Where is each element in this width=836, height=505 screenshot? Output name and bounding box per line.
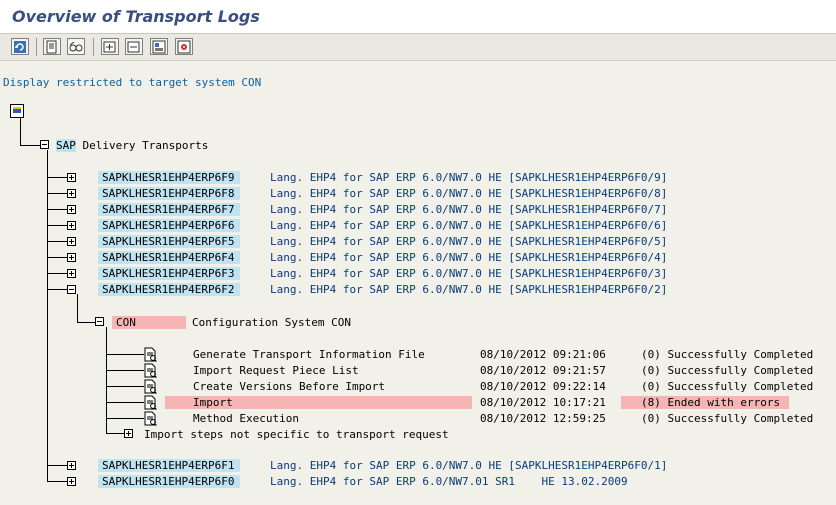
log-document-icon[interactable] xyxy=(143,395,158,410)
collapse-toggle[interactable] xyxy=(95,317,104,326)
transport-description: Lang. EHP4 for SAP ERP 6.0/NW7.0 HE [SAP… xyxy=(270,283,668,296)
expand-icon xyxy=(103,41,116,53)
log-document-icon[interactable] xyxy=(143,379,158,394)
save-list-icon xyxy=(152,40,166,54)
collapse-icon xyxy=(127,41,140,53)
step-status: (0) Successfully Completed xyxy=(641,364,814,377)
restriction-text: Display restricted to target system CON xyxy=(3,76,262,89)
log-document-icon[interactable] xyxy=(143,411,158,426)
refresh-icon xyxy=(14,41,26,53)
transport-description: Lang. EHP4 for SAP ERP 6.0/NW7.0 HE [SAP… xyxy=(270,267,668,280)
collapse-button[interactable] xyxy=(125,38,143,55)
step-timestamp: 08/10/2012 09:22:14 xyxy=(480,380,606,393)
transport-description: Lang. EHP4 for SAP ERP 6.0/NW7.0 HE [SAP… xyxy=(270,459,668,472)
transport-description: Lang. EHP4 for SAP ERP 6.0/NW7.0 HE [SAP… xyxy=(270,235,668,248)
transport-description: Lang. EHP4 for SAP ERP 6.0/NW7.0 HE [SAP… xyxy=(270,203,668,216)
transport-description: Lang. EHP4 for SAP ERP 6.0/NW7.0 HE [SAP… xyxy=(270,171,668,184)
refresh-button[interactable] xyxy=(11,38,29,55)
expand-toggle[interactable] xyxy=(67,173,76,182)
expand-toggle[interactable] xyxy=(67,477,76,486)
transport-id[interactable]: SAPKLHESR1EHP4ERP6F6 xyxy=(98,219,240,232)
root-node-label[interactable]: SAP Delivery Transports xyxy=(56,139,208,152)
expand-button[interactable] xyxy=(101,38,119,55)
expand-toggle[interactable] xyxy=(124,429,133,438)
system-node-id[interactable]: CON xyxy=(112,316,186,329)
expand-toggle[interactable] xyxy=(67,205,76,214)
step-status: (8) Ended with errors xyxy=(641,396,781,409)
transport-description: Lang. EHP4 for SAP ERP 6.0/NW7.0 HE [SAP… xyxy=(270,187,668,200)
transport-id[interactable]: SAPKLHESR1EHP4ERP6F8 xyxy=(98,187,240,200)
transport-description: Lang. EHP4 for SAP ERP 6.0/NW7.01 SR1 HE… xyxy=(270,475,628,488)
step-name[interactable]: Create Versions Before Import xyxy=(193,380,385,393)
step-status: (0) Successfully Completed xyxy=(641,380,814,393)
step-timestamp: 08/10/2012 09:21:57 xyxy=(480,364,606,377)
expand-toggle[interactable] xyxy=(67,253,76,262)
step-timestamp: 08/10/2012 10:17:21 xyxy=(480,396,606,409)
transport-id[interactable]: SAPKLHESR1EHP4ERP6F7 xyxy=(98,203,240,216)
display-button[interactable] xyxy=(43,38,61,55)
step-timestamp: 08/10/2012 12:59:25 xyxy=(480,412,606,425)
transport-description: Lang. EHP4 for SAP ERP 6.0/NW7.0 HE [SAP… xyxy=(270,219,668,232)
transport-id[interactable]: SAPKLHESR1EHP4ERP6F3 xyxy=(98,267,240,280)
expand-toggle[interactable] xyxy=(67,189,76,198)
transport-id[interactable]: SAPKLHESR1EHP4ERP6F5 xyxy=(98,235,240,248)
step-name[interactable]: Import Request Piece List xyxy=(193,364,359,377)
step-status: (0) Successfully Completed xyxy=(641,412,814,425)
display-icon xyxy=(46,40,57,54)
glasses-icon xyxy=(69,41,83,52)
collapse-toggle[interactable] xyxy=(40,140,49,149)
settings-icon xyxy=(177,40,191,54)
glasses-button[interactable] xyxy=(67,38,85,55)
save-list-button[interactable] xyxy=(150,38,168,55)
log-document-icon[interactable] xyxy=(143,363,158,378)
expand-toggle[interactable] xyxy=(67,237,76,246)
expand-toggle[interactable] xyxy=(67,269,76,278)
step-status: (0) Successfully Completed xyxy=(641,348,814,361)
transport-id[interactable]: SAPKLHESR1EHP4ERP6F2 xyxy=(98,283,240,296)
toolbar-separator xyxy=(93,38,94,56)
transport-description: Lang. EHP4 for SAP ERP 6.0/NW7.0 HE [SAP… xyxy=(270,251,668,264)
step-timestamp: 08/10/2012 09:21:06 xyxy=(480,348,606,361)
step-name[interactable]: Generate Transport Information File xyxy=(193,348,425,361)
collapse-toggle[interactable] xyxy=(67,285,76,294)
step-name[interactable]: Import xyxy=(193,396,233,409)
log-document-icon[interactable] xyxy=(143,347,158,362)
system-node-desc: Configuration System CON xyxy=(192,316,351,329)
nonspecific-steps-label[interactable]: Import steps not specific to transport r… xyxy=(144,428,449,441)
application-toolbar xyxy=(0,34,836,61)
transport-id[interactable]: SAPKLHESR1EHP4ERP6F9 xyxy=(98,171,240,184)
step-name[interactable]: Method Execution xyxy=(193,412,299,425)
toolbar-separator xyxy=(36,38,37,56)
title-bar: Overview of Transport Logs xyxy=(0,0,836,34)
page-title: Overview of Transport Logs xyxy=(12,7,260,26)
expand-toggle[interactable] xyxy=(67,221,76,230)
root-folder-icon[interactable] xyxy=(10,104,24,118)
settings-button[interactable] xyxy=(175,38,193,55)
transport-id[interactable]: SAPKLHESR1EHP4ERP6F0 xyxy=(98,475,240,488)
transport-id[interactable]: SAPKLHESR1EHP4ERP6F4 xyxy=(98,251,240,264)
expand-toggle[interactable] xyxy=(67,461,76,470)
transport-id[interactable]: SAPKLHESR1EHP4ERP6F1 xyxy=(98,459,240,472)
